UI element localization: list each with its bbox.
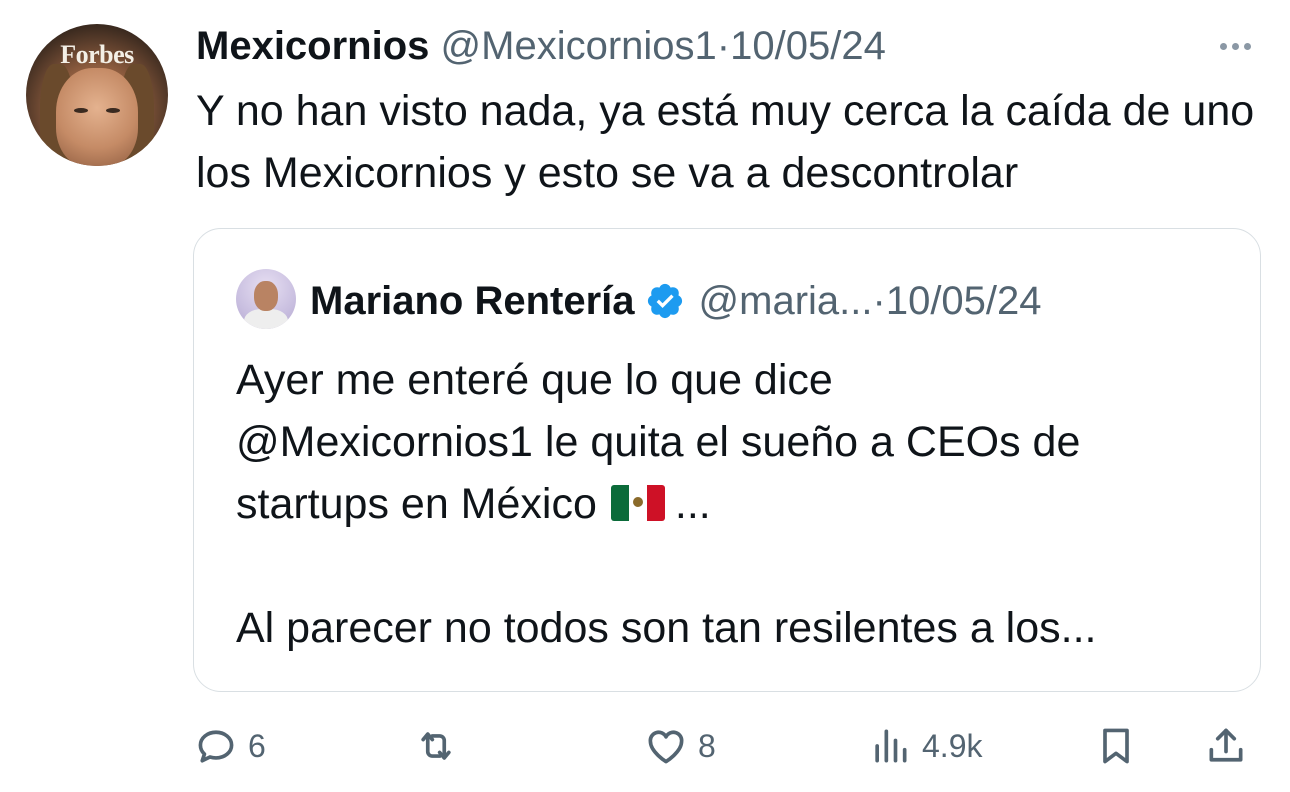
quoted-avatar-body <box>244 309 288 329</box>
verified-badge-icon <box>647 283 682 319</box>
avatar-eye-left <box>74 108 88 113</box>
quoted-author-handle[interactable]: @maria... <box>699 275 873 327</box>
author-avatar[interactable]: Forbes <box>26 24 168 166</box>
share-icon <box>1209 728 1243 762</box>
quoted-avatar-face <box>254 281 278 311</box>
tweet-actions: 6 8 4.9k <box>0 716 1290 776</box>
quoted-tweet[interactable]: Mariano Rentería @maria... · 10/05/24 Ayer… <box>193 228 1261 692</box>
quoted-text-line: @Mexicornios1 le quita el sueño a CEOs d… <box>236 418 1081 466</box>
views-count: 4.9k <box>922 727 983 764</box>
avatar-eye-right <box>106 108 120 113</box>
like-button[interactable]: 8 <box>644 716 716 776</box>
more-dot <box>1231 42 1239 50</box>
more-options-button[interactable] <box>1210 36 1260 56</box>
share-button[interactable] <box>1204 716 1248 776</box>
views-button[interactable]: 4.9k <box>868 716 982 776</box>
quoted-text-ellipsis: ... <box>674 480 711 528</box>
quoted-author-avatar[interactable] <box>236 269 296 329</box>
quoted-text-segment: startups en México <box>236 480 597 528</box>
quoted-text-line: Ayer me enteré que lo que dice <box>236 356 833 404</box>
mexico-flag-icon <box>610 484 665 521</box>
more-horizontal-icon <box>1219 42 1227 50</box>
avatar-logo-text: Forbes <box>60 40 134 69</box>
views-icon <box>875 729 907 763</box>
reply-count: 6 <box>248 727 266 764</box>
avatar-face <box>56 68 138 166</box>
retweet-button[interactable] <box>414 716 458 776</box>
retweet-icon <box>421 732 451 760</box>
tweet-header: Mexicornios @Mexicornios1·10/05/24 <box>196 20 886 72</box>
tweet-text: Y no han visto nada, ya está muy cerca l… <box>196 87 1255 197</box>
author-name[interactable]: Mexicornios <box>196 24 429 68</box>
reply-button[interactable]: 6 <box>194 716 266 776</box>
quoted-text-line: startups en México... <box>236 473 1236 535</box>
quoted-tweet-text: Ayer me enteré que lo que dice @Mexicorni… <box>236 349 1236 659</box>
author-handle[interactable]: @Mexicornios1 <box>441 24 717 68</box>
tweet-date[interactable]: 10/05/24 <box>730 24 886 68</box>
quoted-text-blank-line <box>236 535 1236 597</box>
like-count: 8 <box>698 727 716 764</box>
more-dot <box>1243 42 1251 50</box>
heart-icon <box>648 730 684 764</box>
quoted-author-name[interactable]: Mariano Rentería <box>310 275 635 327</box>
bookmark-icon <box>1103 728 1129 764</box>
quoted-text-line: Al parecer no todos son tan resilentes a… <box>236 604 1097 652</box>
quoted-tweet-header: Mariano Rentería @maria... · 10/05/24 <box>310 275 1042 327</box>
meta-separator: · <box>716 24 731 68</box>
quoted-meta-separator: · <box>872 279 886 323</box>
bookmark-button[interactable] <box>1094 716 1138 776</box>
quoted-tweet-date[interactable]: 10/05/24 <box>886 275 1042 327</box>
reply-icon <box>198 730 234 763</box>
